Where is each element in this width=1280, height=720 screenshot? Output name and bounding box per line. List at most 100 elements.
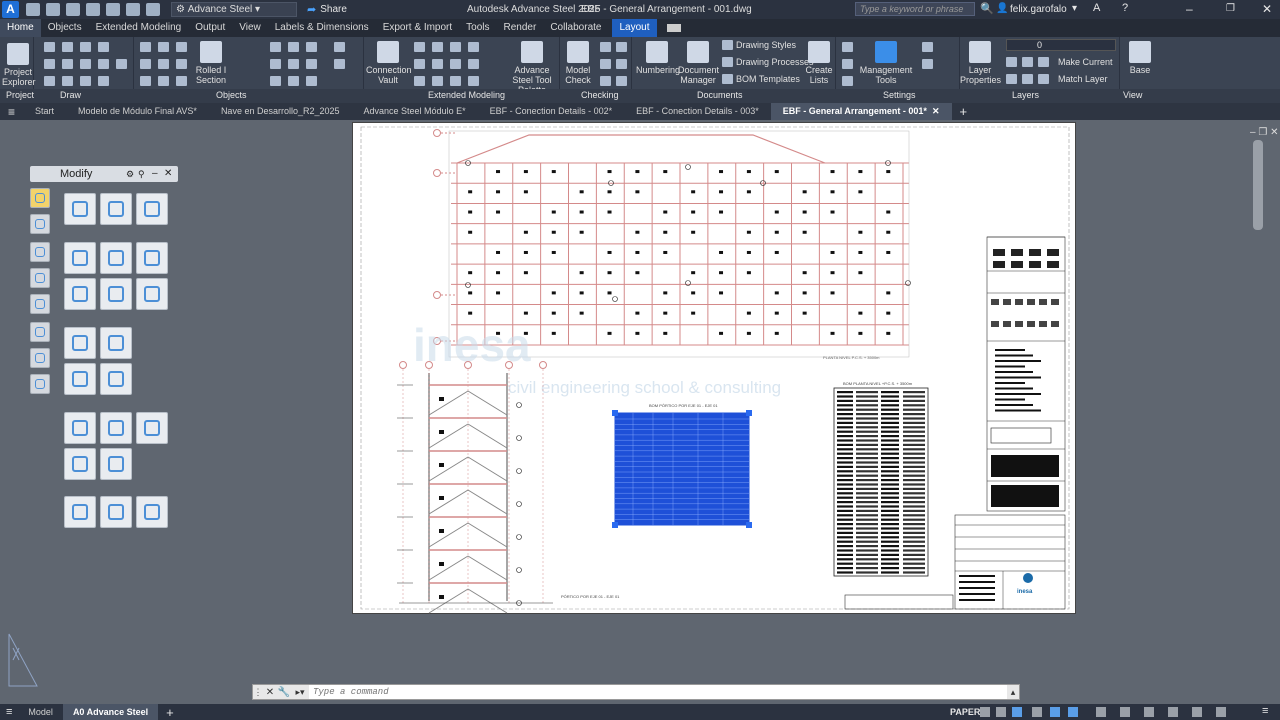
drawing-processes-button[interactable]: Drawing Processes <box>736 57 814 67</box>
audit-icon[interactable] <box>616 42 627 52</box>
joint-icon[interactable] <box>414 42 425 52</box>
annotation-icon[interactable] <box>1096 707 1106 717</box>
bend-icon[interactable] <box>270 76 281 86</box>
house-icon[interactable] <box>450 42 461 52</box>
layout-sheet[interactable]: PLANTA NIVEL P.C.S. + 3500m inesa civil … <box>352 122 1076 614</box>
palette-minimize-icon[interactable]: – <box>152 166 158 182</box>
hole-icon[interactable] <box>140 76 151 86</box>
plate-split-icon[interactable] <box>288 42 299 52</box>
panel-label-draw[interactable]: Draw <box>60 90 81 100</box>
spiral-icon[interactable] <box>468 76 479 86</box>
ortho-toggle-icon[interactable] <box>1012 707 1022 717</box>
tab-objects[interactable]: Objects <box>41 19 89 37</box>
save-as-icon[interactable] <box>86 3 100 16</box>
tab-close-icon[interactable]: ✕ <box>932 106 940 116</box>
marks-icon[interactable] <box>600 76 611 86</box>
ellipse-icon[interactable] <box>62 59 73 69</box>
doc-tab-start[interactable]: Start <box>23 103 66 120</box>
polyline-icon[interactable] <box>62 42 73 52</box>
layer-walk-icon[interactable] <box>1038 74 1049 84</box>
ribbon-toggle-icon[interactable] <box>666 24 681 32</box>
layer-state-icon[interactable] <box>1006 57 1017 67</box>
add-layout-icon[interactable]: + <box>158 705 182 720</box>
palette-tab-modify[interactable] <box>30 188 50 208</box>
management-tools-button[interactable]: Management Tools <box>858 41 914 85</box>
search-input[interactable]: Type a keyword or phrase <box>855 2 975 16</box>
settings-b-icon[interactable] <box>842 59 853 69</box>
palette-tab-layers[interactable] <box>30 322 50 342</box>
base-view-button[interactable]: Base <box>1124 41 1156 75</box>
edit-polyline-icon[interactable] <box>100 496 132 528</box>
railing-icon[interactable] <box>414 59 425 69</box>
join-icon[interactable] <box>100 448 132 480</box>
snap-toggle-icon[interactable] <box>996 707 1006 717</box>
cut-icon[interactable] <box>270 59 281 69</box>
command-history-icon[interactable]: ▴ <box>1007 687 1019 698</box>
layer-freeze-icon[interactable] <box>1022 57 1033 67</box>
workspace-dropdown[interactable]: ⚙ Advance Steel ▾ <box>171 2 297 17</box>
viewport-minimize-icon[interactable]: – ❐ ✕ <box>1250 127 1278 138</box>
palette-tab-ucs[interactable] <box>30 268 50 288</box>
vertical-scrollbar[interactable] <box>1253 140 1263 230</box>
move-icon[interactable] <box>64 193 96 225</box>
clean-screen-icon[interactable] <box>1192 707 1202 717</box>
share-icon[interactable]: ➦ <box>307 3 316 16</box>
connection-vault-button[interactable]: Connection Vault <box>366 41 412 85</box>
display-icon[interactable] <box>616 76 627 86</box>
lineweight-toggle-icon[interactable] <box>1068 707 1078 717</box>
layer-off-icon[interactable] <box>1022 74 1033 84</box>
isolate-icon[interactable] <box>1144 707 1154 717</box>
redo-icon[interactable] <box>146 3 160 16</box>
layer-properties-button[interactable]: Layer Properties <box>960 41 1001 85</box>
palette-tab-render[interactable] <box>30 374 50 394</box>
share-button[interactable]: Share <box>320 4 347 15</box>
mirror-icon[interactable] <box>100 242 132 274</box>
cope-icon[interactable] <box>306 76 317 86</box>
rotate-icon[interactable] <box>64 242 96 274</box>
grating-icon[interactable] <box>176 76 187 86</box>
command-close-icon[interactable]: ✕ <box>263 687 277 698</box>
beam-icon[interactable] <box>158 42 169 52</box>
tab-tools[interactable]: Tools <box>459 19 496 37</box>
panel-label-view[interactable]: View <box>1123 90 1142 100</box>
check-icon[interactable] <box>616 59 627 69</box>
tool-palette-button[interactable]: Advance Steel Tool Palette <box>504 41 560 95</box>
close-icon[interactable]: ✕ <box>1262 2 1272 16</box>
tab-view[interactable]: View <box>232 19 268 37</box>
anchor-icon[interactable] <box>176 59 187 69</box>
column-icon[interactable] <box>176 42 187 52</box>
notch-icon[interactable] <box>288 59 299 69</box>
settings-c-icon[interactable] <box>842 76 853 86</box>
stretch-icon[interactable] <box>64 412 96 444</box>
collision-icon[interactable] <box>600 42 611 52</box>
purlin-icon[interactable] <box>450 59 461 69</box>
tab-export-import[interactable]: Export & Import <box>376 19 459 37</box>
workspace-switch-icon[interactable] <box>1120 707 1130 717</box>
make-current-button[interactable]: Make Current <box>1058 57 1113 67</box>
units-icon[interactable] <box>922 59 933 69</box>
shorten-icon[interactable] <box>306 42 317 52</box>
layout-tab-a0[interactable]: A0 Advance Steel <box>62 704 159 720</box>
save-icon[interactable] <box>66 3 80 16</box>
panel-label-objects[interactable]: Objects <box>216 90 247 100</box>
rolled-section-button[interactable]: Rolled I Section <box>190 41 232 85</box>
search-icon[interactable]: 🔍 <box>980 2 994 15</box>
rectangle-icon[interactable] <box>80 59 91 69</box>
rotate-3d-icon[interactable] <box>64 278 96 310</box>
tab-extended-modeling[interactable]: Extended Modeling <box>89 19 189 37</box>
joint-copy-icon[interactable] <box>432 42 443 52</box>
model-check-button[interactable]: Model Check <box>562 41 594 85</box>
grid-toggle-icon[interactable] <box>980 707 990 717</box>
bom-templates-button[interactable]: BOM Templates <box>736 74 800 84</box>
grip-br[interactable] <box>746 522 752 528</box>
plot-icon[interactable] <box>106 3 120 16</box>
numbering-button[interactable]: Numbering <box>636 41 680 75</box>
lengthen-icon[interactable] <box>64 496 96 528</box>
command-input[interactable] <box>309 685 1007 699</box>
break-icon[interactable] <box>64 327 96 359</box>
clash-icon[interactable] <box>600 59 611 69</box>
spline-icon[interactable] <box>98 42 109 52</box>
copy-icon[interactable] <box>100 193 132 225</box>
explode-icon[interactable] <box>136 412 168 444</box>
hatch-icon[interactable] <box>98 59 109 69</box>
